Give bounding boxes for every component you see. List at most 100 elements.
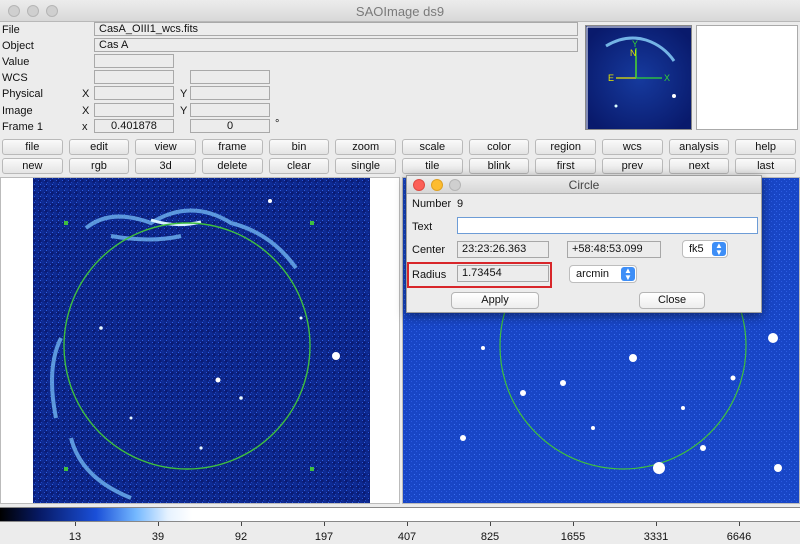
image-y-label: Y: [180, 105, 188, 117]
coord-system-value: fk5: [689, 243, 704, 255]
image-x-label: X: [82, 105, 90, 117]
colorbar-tick-label: 13: [68, 531, 82, 543]
physical-label: Physical: [2, 88, 43, 100]
menu-color-button[interactable]: color: [468, 139, 530, 155]
colorbar-ticks: 13 39 92 197 407 825 1655 3331 6646: [0, 522, 800, 544]
radius-input[interactable]: 1.73454: [457, 265, 549, 282]
main-button-bar: file edit view frame bin zoom scale color region…: [0, 139, 800, 156]
physical-y-label: Y: [180, 88, 188, 100]
frame-action-prev-button[interactable]: prev: [602, 158, 663, 174]
frame-action-last-button[interactable]: last: [735, 158, 796, 174]
zoom-x-label: x: [82, 121, 88, 133]
colorbar-tick-mark: [490, 522, 491, 526]
sub-button-bar: new rgb 3d delete clear single tile blink first p…: [0, 158, 800, 175]
colorbar-tick-label: 39: [151, 531, 165, 543]
panner-thumbnail: N E X Y: [586, 26, 691, 129]
wcs-field-1: [94, 70, 174, 84]
dialog-title: Circle: [568, 178, 600, 192]
chevron-updown-icon: ▲ ▼: [621, 267, 635, 282]
physical-x-field: [94, 86, 174, 100]
panner-y-label: Y: [632, 39, 638, 49]
object-field: Cas A: [94, 38, 578, 52]
center-ra-input[interactable]: 23:23:26.363: [457, 241, 549, 258]
frame-action-single-button[interactable]: single: [335, 158, 396, 174]
number-value: 9: [457, 198, 464, 210]
menu-bin-button[interactable]: bin: [268, 139, 330, 155]
colorbar-tick-label: 197: [314, 531, 334, 543]
zoom-field: 0.401878: [94, 119, 174, 133]
center-label: Center: [412, 244, 446, 256]
wcs-field-2: [190, 70, 270, 84]
menu-edit-button[interactable]: edit: [68, 139, 130, 155]
window-title: SAOImage ds9: [355, 4, 445, 19]
frame-action-tile-button[interactable]: tile: [402, 158, 463, 174]
value-field: [94, 54, 174, 68]
panner[interactable]: N E X Y: [585, 25, 692, 130]
colorbar-tick-label: 3331: [643, 531, 669, 543]
radius-label: Radius: [412, 269, 447, 281]
frame-action-first-button[interactable]: first: [535, 158, 596, 174]
menu-help-button[interactable]: help: [735, 139, 796, 155]
colorbar-tick-label: 407: [397, 531, 417, 543]
apply-button[interactable]: Apply: [451, 292, 539, 309]
radius-unit-value: arcmin: [576, 268, 610, 280]
menu-scale-button[interactable]: scale: [402, 139, 463, 155]
image-x-field: [94, 103, 174, 117]
region-handle-br[interactable]: [310, 467, 314, 471]
angle-unit: °: [275, 118, 280, 130]
magnifier: [696, 25, 798, 130]
object-label: Object: [2, 40, 34, 52]
wcs-label: WCS: [2, 72, 28, 84]
file-field: CasA_OIII1_wcs.fits: [94, 22, 578, 36]
center-dec-input[interactable]: +58:48:53.099: [567, 241, 661, 258]
number-label: Number: [412, 198, 452, 210]
colorbar-tick-label: 1655: [560, 531, 586, 543]
colorbar[interactable]: [0, 507, 800, 522]
colorbar-tick-mark: [75, 522, 76, 526]
colorbar-tick-mark: [573, 522, 574, 526]
menu-view-button[interactable]: view: [135, 139, 196, 155]
frame-action-next-button[interactable]: next: [668, 158, 730, 174]
frame-action-delete-button[interactable]: delete: [202, 158, 263, 174]
frame-action-new-button[interactable]: new: [2, 158, 63, 174]
colorbar-tick-mark: [407, 522, 408, 526]
text-input[interactable]: [457, 217, 758, 234]
dialog-title-bar: Circle: [407, 176, 761, 194]
physical-x-label: X: [82, 88, 90, 100]
menu-wcs-button[interactable]: wcs: [602, 139, 663, 155]
value-label: Value: [2, 56, 30, 68]
menu-zoom-button[interactable]: zoom: [335, 139, 396, 155]
region-handle-bl[interactable]: [64, 467, 68, 471]
chevron-updown-icon: ▲ ▼: [712, 242, 726, 257]
coord-system-select[interactable]: fk5 ▲ ▼: [682, 240, 728, 258]
colorbar-tick-label: 92: [234, 531, 248, 543]
colorbar-tick-mark: [158, 522, 159, 526]
panner-east-label: E: [608, 73, 614, 83]
frame-action-3d-button[interactable]: 3d: [135, 158, 196, 174]
frame-left[interactable]: [0, 177, 400, 504]
menu-analysis-button[interactable]: analysis: [668, 139, 730, 155]
file-label: File: [2, 24, 20, 36]
colorbar-tick-mark: [656, 522, 657, 526]
colorbar-tick-label: 6646: [726, 531, 752, 543]
region-handle-tl[interactable]: [64, 221, 68, 225]
title-bar: SAOImage ds9: [0, 0, 800, 22]
text-label: Text: [412, 221, 433, 233]
frame-action-blink-button[interactable]: blink: [468, 158, 530, 174]
menu-region-button[interactable]: region: [535, 139, 596, 155]
panner-x-label: X: [664, 73, 670, 83]
region-handle-tr[interactable]: [310, 221, 314, 225]
image-label: Image: [2, 105, 33, 117]
frame-action-rgb-button[interactable]: rgb: [68, 158, 130, 174]
menu-frame-button[interactable]: frame: [202, 139, 263, 155]
panner-north-label: N: [630, 48, 637, 58]
menu-file-button[interactable]: file: [2, 139, 63, 155]
image-y-field: [190, 103, 270, 117]
frame-action-clear-button[interactable]: clear: [268, 158, 330, 174]
frame-label: Frame 1: [2, 121, 43, 133]
colorbar-tick-label: 825: [480, 531, 500, 543]
close-button[interactable]: Close: [639, 292, 705, 309]
radius-unit-select[interactable]: arcmin ▲ ▼: [569, 265, 637, 283]
colorbar-tick-mark: [739, 522, 740, 526]
physical-y-field: [190, 86, 270, 100]
